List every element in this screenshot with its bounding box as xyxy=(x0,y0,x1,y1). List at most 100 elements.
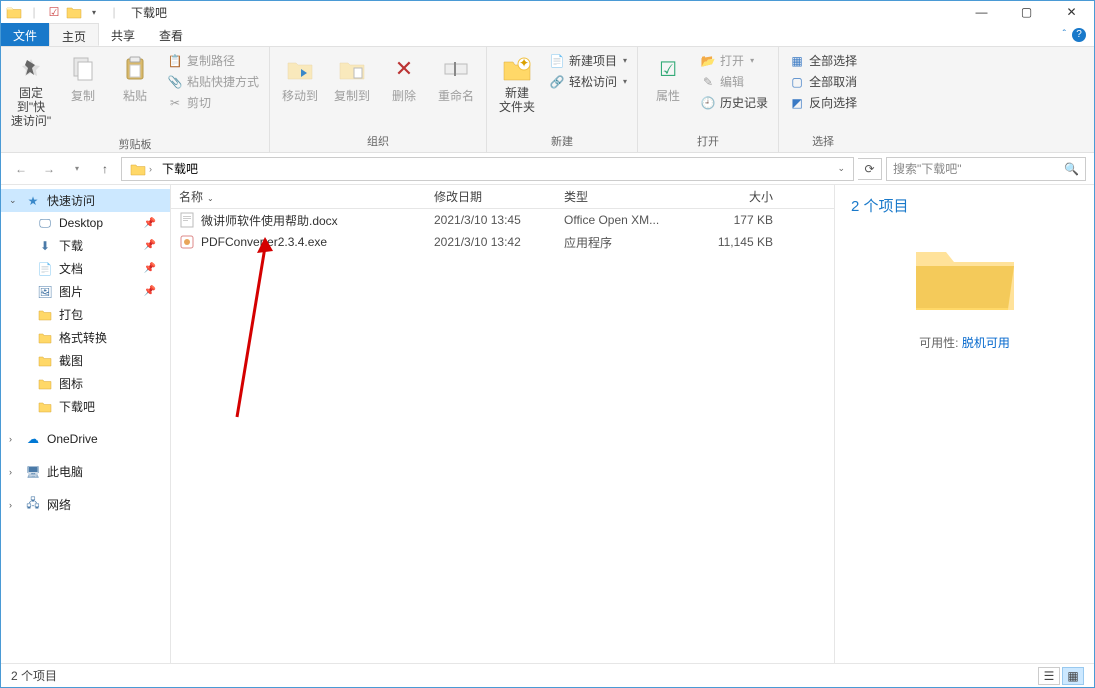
rename-icon xyxy=(440,53,472,85)
quick-access-toolbar: | ☑ ▾ | xyxy=(5,4,123,20)
tab-share[interactable]: 共享 xyxy=(99,23,147,46)
search-icon[interactable]: 🔍 xyxy=(1064,162,1079,176)
history-button[interactable]: 🕘历史记录 xyxy=(696,93,772,112)
title-bar: | ☑ ▾ | 下载吧 — ▢ ✕ xyxy=(1,1,1094,23)
checkbox-icon[interactable]: ☑ xyxy=(45,4,63,20)
sidebar-item[interactable]: 🖼 图片📌 xyxy=(1,280,170,303)
properties-icon: ☑ xyxy=(652,53,684,85)
sort-arrow-icon: ⌄ xyxy=(207,194,214,203)
column-date[interactable]: 修改日期 xyxy=(426,184,556,209)
column-type[interactable]: 类型 xyxy=(556,184,686,209)
expand-icon[interactable]: › xyxy=(9,467,19,477)
copy-path-button[interactable]: 📋复制路径 xyxy=(163,51,263,70)
availability-label: 可用性: xyxy=(919,336,958,350)
open-button[interactable]: 📂打开▾ xyxy=(696,51,772,70)
sidebar-item[interactable]: 📄 文档📌 xyxy=(1,257,170,280)
details-pane: 2 个项目 可用性: 脱机可用 xyxy=(834,185,1094,665)
breadcrumb-root-icon[interactable]: › xyxy=(126,160,156,178)
folder-icon xyxy=(5,4,23,20)
edit-button[interactable]: ✎编辑 xyxy=(696,72,772,91)
move-to-icon xyxy=(284,53,316,85)
group-label-open: 打开 xyxy=(638,131,778,152)
folder-qat-icon[interactable] xyxy=(65,4,83,20)
sidebar-this-pc[interactable]: ›🖥此电脑 xyxy=(1,460,170,483)
ribbon-group-select: ▦全部选择 ▢全部取消 ◩反向选择 选择 xyxy=(779,47,867,152)
pin-button[interactable]: 固定到"快 速访问" xyxy=(7,51,55,130)
sidebar-item[interactable]: 🖵 Desktop📌 xyxy=(1,212,170,234)
tab-home[interactable]: 主页 xyxy=(49,23,99,46)
new-item-button[interactable]: 📄新建项目▾ xyxy=(545,51,631,70)
cloud-icon: ☁ xyxy=(25,431,41,447)
copy-to-icon xyxy=(336,53,368,85)
window-controls: — ▢ ✕ xyxy=(959,1,1094,23)
select-none-icon: ▢ xyxy=(789,74,805,90)
select-all-button[interactable]: ▦全部选择 xyxy=(785,51,861,70)
help-icon[interactable]: ? xyxy=(1072,28,1086,42)
paste-button[interactable]: 粘贴 xyxy=(111,51,159,130)
refresh-button[interactable]: ⟳ xyxy=(858,158,882,180)
item-icon xyxy=(37,399,53,415)
item-icon xyxy=(37,330,53,346)
sidebar-quick-access[interactable]: ⌄ ★ 快速访问 xyxy=(1,189,170,212)
pin-icon xyxy=(15,53,47,85)
search-input[interactable]: 搜索"下载吧" 🔍 xyxy=(886,157,1086,181)
ribbon: 固定到"快 速访问" 复制 粘贴 📋复制路径 📎粘贴快捷方式 ✂剪切 剪贴板 移… xyxy=(1,47,1094,153)
expand-icon[interactable]: › xyxy=(9,434,19,444)
nav-recent-dropdown[interactable]: ▾ xyxy=(65,157,89,181)
breadcrumb[interactable]: › 下载吧 ⌄ xyxy=(121,157,854,181)
sidebar-network[interactable]: ›🖧网络 xyxy=(1,493,170,516)
column-size[interactable]: 大小 xyxy=(686,184,781,209)
star-icon: ★ xyxy=(25,193,41,209)
sidebar-item[interactable]: 下载吧 xyxy=(1,395,170,418)
sidebar-item[interactable]: 截图 xyxy=(1,349,170,372)
sidebar-item[interactable]: 打包 xyxy=(1,303,170,326)
file-row[interactable]: 微讲师软件使用帮助.docx 2021/3/10 13:45 Office Op… xyxy=(171,209,834,231)
select-none-button[interactable]: ▢全部取消 xyxy=(785,72,861,91)
group-label-select: 选择 xyxy=(779,131,867,152)
tab-view[interactable]: 查看 xyxy=(147,23,195,46)
group-label-new: 新建 xyxy=(487,131,637,152)
file-list: 名称⌄ 修改日期 类型 大小 微讲师软件使用帮助.docx 2021/3/10 … xyxy=(171,185,834,665)
rename-button[interactable]: 重命名 xyxy=(432,51,480,127)
expand-icon[interactable]: ⌄ xyxy=(9,195,19,206)
sidebar-onedrive[interactable]: ›☁OneDrive xyxy=(1,428,170,450)
status-text: 2 个项目 xyxy=(11,667,57,684)
details-count: 2 个项目 xyxy=(851,195,1078,216)
copy-to-button[interactable]: 复制到 xyxy=(328,51,376,127)
expand-icon[interactable]: › xyxy=(9,500,19,510)
item-icon: 📄 xyxy=(37,261,53,277)
qat-separator: | xyxy=(25,4,43,20)
nav-forward-button[interactable]: → xyxy=(37,157,61,181)
file-row[interactable]: PDFConverter2.3.4.exe 2021/3/10 13:42 应用… xyxy=(171,231,834,253)
paste-shortcut-button[interactable]: 📎粘贴快捷方式 xyxy=(163,72,263,91)
nav-back-button[interactable]: ← xyxy=(9,157,33,181)
maximize-button[interactable]: ▢ xyxy=(1004,1,1049,23)
easy-access-button[interactable]: 🔗轻松访问▾ xyxy=(545,72,631,91)
view-icons-button[interactable]: ▦ xyxy=(1062,667,1084,685)
qat-dropdown-icon[interactable]: ▾ xyxy=(85,4,103,20)
search-placeholder: 搜索"下载吧" xyxy=(893,160,962,177)
minimize-button[interactable]: — xyxy=(959,1,1004,23)
sidebar-item[interactable]: ⬇ 下载📌 xyxy=(1,234,170,257)
new-folder-button[interactable]: ✦新建 文件夹 xyxy=(493,51,541,127)
sidebar-item[interactable]: 格式转换 xyxy=(1,326,170,349)
nav-up-button[interactable]: ↑ xyxy=(93,157,117,181)
sidebar-item[interactable]: 图标 xyxy=(1,372,170,395)
view-details-button[interactable]: ☰ xyxy=(1038,667,1060,685)
collapse-ribbon-icon[interactable]: ˆ xyxy=(1063,29,1066,40)
delete-button[interactable]: ✕删除 xyxy=(380,51,428,127)
tab-file[interactable]: 文件 xyxy=(1,23,49,46)
breadcrumb-segment[interactable]: 下载吧 xyxy=(158,158,202,179)
properties-button[interactable]: ☑属性 xyxy=(644,51,692,127)
invert-selection-button[interactable]: ◩反向选择 xyxy=(785,93,861,112)
close-button[interactable]: ✕ xyxy=(1049,1,1094,23)
ribbon-group-new: ✦新建 文件夹 📄新建项目▾ 🔗轻松访问▾ 新建 xyxy=(487,47,638,152)
move-to-button[interactable]: 移动到 xyxy=(276,51,324,127)
open-icon: 📂 xyxy=(700,53,716,69)
network-icon: 🖧 xyxy=(25,497,41,513)
invert-icon: ◩ xyxy=(789,95,805,111)
column-name[interactable]: 名称⌄ xyxy=(171,184,426,209)
breadcrumb-dropdown-icon[interactable]: ⌄ xyxy=(837,163,849,174)
copy-button[interactable]: 复制 xyxy=(59,51,107,130)
cut-button[interactable]: ✂剪切 xyxy=(163,93,263,112)
